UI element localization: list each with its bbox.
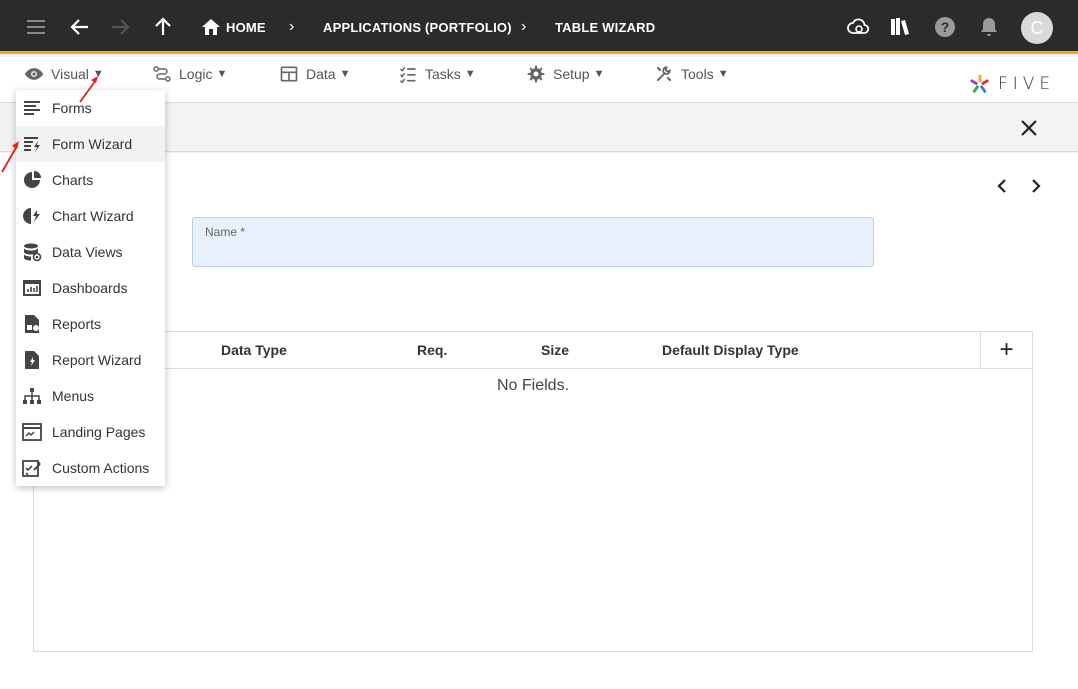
- breadcrumb-applications[interactable]: APPLICATIONS (PORTFOLIO): [323, 20, 512, 35]
- logic-flow-icon: [153, 66, 171, 82]
- menu-item-chart-wizard[interactable]: Chart Wizard: [16, 198, 165, 234]
- menu-item-form-wizard-label: Form Wizard: [52, 136, 133, 152]
- five-logo: FIVE: [968, 71, 1060, 97]
- dashboards-icon: [23, 280, 41, 296]
- forward-arrow-icon[interactable]: [108, 15, 132, 39]
- name-field[interactable]: Name *: [192, 217, 874, 267]
- menu-logic-label: Logic: [179, 66, 213, 82]
- menu-setup[interactable]: Setup ▼: [526, 63, 604, 85]
- notifications-bell-icon[interactable]: [977, 15, 1001, 39]
- cloud-sync-icon[interactable]: [846, 15, 870, 39]
- menu-data-label: Data: [306, 66, 336, 82]
- chart-wizard-icon: [23, 208, 40, 224]
- tools-icon: [656, 66, 672, 82]
- reports-icon: [25, 315, 39, 333]
- column-header-default-display-type[interactable]: Default Display Type: [662, 342, 799, 358]
- menu-item-form-wizard[interactable]: Form Wizard: [16, 126, 165, 162]
- name-input[interactable]: [205, 242, 855, 262]
- menu-item-custom-actions-label: Custom Actions: [52, 460, 150, 476]
- menu-item-custom-actions[interactable]: Custom Actions: [16, 450, 165, 486]
- menu-tools-label: Tools: [681, 66, 714, 82]
- next-chevron-icon[interactable]: [1026, 176, 1046, 196]
- menu-item-dashboards[interactable]: Dashboards: [16, 270, 165, 306]
- caret-down-icon: ▼: [216, 68, 228, 80]
- fields-grid: Data Type Req. Size Default Display Type…: [33, 331, 1033, 652]
- gear-icon: [527, 65, 545, 83]
- back-arrow-icon[interactable]: [68, 15, 92, 39]
- menu-item-landing-pages[interactable]: Landing Pages: [16, 414, 165, 450]
- caret-down-icon: ▼: [464, 68, 476, 80]
- menu-item-landing-pages-label: Landing Pages: [52, 424, 146, 440]
- menu-item-report-wizard[interactable]: Report Wizard: [16, 342, 165, 378]
- landing-pages-icon: [22, 423, 42, 441]
- empty-state-text: No Fields.: [496, 377, 570, 394]
- caret-down-icon: ▼: [593, 68, 605, 80]
- menu-item-charts-label: Charts: [52, 172, 94, 188]
- forms-icon: [24, 101, 40, 115]
- menu-setup-label: Setup: [553, 66, 590, 82]
- fields-grid-header: Data Type Req. Size Default Display Type…: [34, 332, 1032, 369]
- menu-data[interactable]: Data ▼: [279, 63, 350, 85]
- caret-down-icon: ▼: [339, 68, 351, 80]
- checklist-icon: [399, 66, 416, 84]
- menu-item-report-wizard-label: Report Wizard: [52, 352, 142, 368]
- add-field-button[interactable]: +: [980, 332, 1032, 369]
- column-header-size[interactable]: Size: [541, 342, 569, 358]
- menu-item-reports-label: Reports: [52, 316, 102, 332]
- form-wizard-icon: [24, 137, 40, 152]
- menu-item-reports[interactable]: Reports: [16, 306, 165, 342]
- charts-icon: [24, 171, 41, 188]
- report-wizard-icon: [25, 351, 39, 369]
- menu-item-menus[interactable]: Menus: [16, 378, 165, 414]
- top-bar: HOME › APPLICATIONS (PORTFOLIO) › TABLE …: [0, 0, 1078, 54]
- user-avatar[interactable]: C: [1021, 12, 1053, 44]
- menu-item-chart-wizard-label: Chart Wizard: [52, 208, 134, 224]
- five-logo-icon: [970, 74, 989, 94]
- help-icon[interactable]: ?: [933, 15, 957, 39]
- menu-item-menus-label: Menus: [52, 388, 95, 404]
- previous-chevron-icon[interactable]: [992, 176, 1012, 196]
- hamburger-menu-icon[interactable]: [24, 15, 48, 39]
- up-arrow-icon[interactable]: [151, 15, 175, 39]
- svg-text:?: ?: [941, 19, 950, 35]
- table-grid-icon: [280, 66, 298, 82]
- menus-icon: [23, 388, 41, 404]
- menu-tools[interactable]: Tools ▼: [654, 63, 729, 85]
- breadcrumb-separator-icon: ›: [521, 18, 527, 35]
- annotation-arrow-icon: [1, 141, 19, 173]
- column-header-req[interactable]: Req.: [417, 342, 447, 358]
- menu-logic[interactable]: Logic ▼: [152, 63, 227, 85]
- column-header-data-type[interactable]: Data Type: [221, 342, 287, 358]
- menu-item-data-views-label: Data Views: [52, 244, 123, 260]
- menu-tasks-label: Tasks: [425, 66, 461, 82]
- five-logo-text: FIVE: [998, 74, 1056, 94]
- breadcrumb-separator-icon: ›: [289, 18, 295, 35]
- custom-actions-icon: [22, 460, 41, 477]
- name-field-label: Name *: [205, 225, 246, 239]
- eye-icon: [24, 68, 44, 80]
- menu-item-charts[interactable]: Charts: [16, 162, 165, 198]
- home-icon[interactable]: [199, 15, 223, 39]
- breadcrumb-home[interactable]: HOME: [226, 20, 266, 35]
- menu-item-dashboards-label: Dashboards: [52, 280, 128, 296]
- visual-dropdown-menu: Forms Form Wizard Charts Chart Wizard Da…: [16, 90, 165, 486]
- menu-item-data-views[interactable]: Data Views: [16, 234, 165, 270]
- data-views-icon: [24, 243, 42, 262]
- close-icon[interactable]: [1017, 116, 1041, 140]
- breadcrumb-current: TABLE WIZARD: [555, 20, 656, 35]
- menu-tasks[interactable]: Tasks ▼: [398, 63, 476, 85]
- caret-down-icon: ▼: [717, 68, 729, 80]
- annotation-arrow-icon: [79, 76, 98, 103]
- library-books-icon[interactable]: [888, 15, 912, 39]
